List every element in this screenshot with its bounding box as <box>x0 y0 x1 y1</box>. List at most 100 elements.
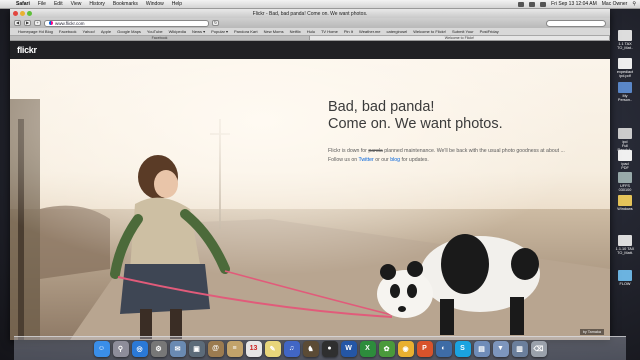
tab-facebook[interactable]: Facebook <box>10 36 309 40</box>
bookmark-item[interactable]: Google Maps <box>117 29 141 34</box>
menubar-clock[interactable]: Fri Sep 13 12:04 AM <box>551 1 597 7</box>
bookmark-item[interactable]: Popular ▾ <box>211 29 228 34</box>
bookmark-item[interactable]: Submit Your <box>452 29 474 34</box>
add-bookmark-button[interactable]: + <box>34 20 41 26</box>
panda-ear-left <box>380 264 396 280</box>
spotlight-icon[interactable]: ⚲ <box>632 1 636 7</box>
messenger-icon[interactable]: ✿ <box>378 340 395 357</box>
bookmark-item[interactable]: New Moms <box>264 29 284 34</box>
menu-file[interactable]: File <box>34 1 50 7</box>
menu-history[interactable]: History <box>85 1 109 7</box>
forward-button[interactable]: ▶ <box>24 20 31 26</box>
url-bar[interactable]: www.flickr.com <box>44 19 209 27</box>
pdf-icon <box>618 58 632 69</box>
excel-icon[interactable]: X <box>359 340 376 357</box>
favicon-icon <box>49 21 53 25</box>
launchpad-icon[interactable]: ⚲ <box>112 340 129 357</box>
contacts-icon[interactable]: @ <box>207 340 224 357</box>
message-text: or our <box>373 157 391 163</box>
menu-window[interactable]: Window <box>142 1 168 7</box>
notes-icon[interactable]: ✎ <box>264 340 281 357</box>
panda-hip <box>511 248 539 280</box>
downloads-icon[interactable]: ▼ <box>492 340 509 357</box>
bookmark-item[interactable]: catergirosel <box>387 29 408 34</box>
message-text: for updates. <box>400 157 429 163</box>
menu-bookmarks[interactable]: Bookmarks <box>109 1 142 7</box>
itunes-icon[interactable]: ♫ <box>283 340 300 357</box>
battery-icon[interactable] <box>540 1 547 7</box>
calendar-icon[interactable]: 13 <box>245 340 262 357</box>
desktop-icon-label: ipad PDF <box>621 162 629 170</box>
photos-icon[interactable]: ▣ <box>188 340 205 357</box>
desktop-icon-ipad-pdf[interactable]: ipad PDF <box>612 150 638 170</box>
window-title: Flickr - Bad, bad panda! Come on. We wan… <box>252 10 368 17</box>
desktop-icon-label: 1.1 TAX TO_Mat.. <box>617 42 633 50</box>
maintenance-message: Flickr is down for panda planned mainten… <box>328 147 565 165</box>
bookmark-item[interactable]: YouTube <box>147 29 163 34</box>
maintenance-hero-photo: Bad, bad panda! Come on. We want photos.… <box>10 59 610 340</box>
menu-app-name[interactable]: Safari <box>12 1 34 7</box>
panda-leg-back <box>510 297 524 335</box>
bookmark-item[interactable]: Hulu <box>307 29 315 34</box>
reload-button[interactable]: ↻ <box>212 20 219 26</box>
bookmark-item[interactable]: Welcome to Flickr! <box>413 29 446 34</box>
window-titlebar[interactable]: Flickr - Bad, bad panda! Come on. We wan… <box>10 9 610 18</box>
blog-link[interactable]: blog <box>390 157 400 163</box>
menu-edit[interactable]: Edit <box>50 1 67 7</box>
bookmark-item[interactable]: Apple <box>101 29 111 34</box>
wifi-icon[interactable] <box>518 1 525 7</box>
bookmark-item[interactable]: Pandora Kart <box>234 29 258 34</box>
remote-icon[interactable]: ◐ <box>435 340 452 357</box>
word-icon[interactable]: W <box>340 340 357 357</box>
desktop-icon-tax-file[interactable]: 1.1 TAX TO_Mat.. <box>612 30 638 50</box>
desktop-icon-label: UFFS 030100 <box>618 184 632 192</box>
panda-ear-right <box>407 261 423 277</box>
safari-icon[interactable]: ◎ <box>131 340 148 357</box>
documents-icon[interactable]: ▥ <box>511 340 528 357</box>
bookmark-item[interactable]: Pin It <box>344 29 353 34</box>
powerpoint-icon[interactable]: P <box>416 340 433 357</box>
bookmark-item[interactable]: Facebook <box>59 29 77 34</box>
chess-icon[interactable]: ♞ <box>302 340 319 357</box>
tab-flickr[interactable]: Welcome to Flickr! <box>309 36 610 40</box>
bookmark-item[interactable]: Yahoo! <box>83 29 95 34</box>
system-prefs-icon[interactable]: ⚙ <box>150 340 167 357</box>
back-button[interactable]: ◀ <box>14 20 21 26</box>
bookmark-item[interactable]: TV Home <box>321 29 338 34</box>
desktop-icon-tax-2[interactable]: 1.1.10 TAX TO_Matt. <box>612 235 638 255</box>
menu-view[interactable]: View <box>67 1 86 7</box>
desktop-icon-ipd[interactable]: ipd Full Resolut.. <box>612 128 638 152</box>
photo-credit[interactable]: by Tamaka <box>579 329 604 335</box>
bookmark-item[interactable]: Wikipedia <box>169 29 186 34</box>
folder-icon[interactable]: ▤ <box>473 340 490 357</box>
maintenance-headline: Bad, bad panda! Come on. We want photos. <box>328 99 503 133</box>
flow-icon <box>618 270 632 281</box>
bookmark-item[interactable]: Netflix <box>290 29 301 34</box>
outlook-icon[interactable]: ◉ <box>397 340 414 357</box>
twitter-link[interactable]: Twitter <box>358 157 373 163</box>
trash-icon[interactable]: ⌫ <box>530 340 547 357</box>
finder-icon[interactable]: ☺ <box>93 340 110 357</box>
message-text: Follow us on <box>328 157 359 163</box>
bookmark-item[interactable]: PostFriday <box>480 29 499 34</box>
document-icon <box>618 235 632 246</box>
address-icon[interactable]: ≡ <box>226 340 243 357</box>
volume-icon[interactable] <box>529 1 536 7</box>
web-page: flickr Bad, bad panda! Come on. We want … <box>10 41 610 340</box>
mail-icon[interactable]: ✉ <box>169 340 186 357</box>
search-input[interactable] <box>546 19 606 27</box>
desktop-icon-windows[interactable]: Windows <box>612 195 638 211</box>
menubar-user[interactable]: Mac Owner <box>602 1 628 7</box>
bookmark-item[interactable]: News ▾ <box>192 29 205 34</box>
menu-help[interactable]: Help <box>168 1 186 7</box>
desktop-icon-flow[interactable]: FLOW <box>612 270 638 286</box>
desktop-icon-pdf[interactable]: expediact ipd.pdf <box>612 58 638 78</box>
desktop-icon-my-person[interactable]: My Person.. <box>612 82 638 102</box>
pdf-icon <box>618 150 632 161</box>
desktop-icon-drive[interactable]: UFFS 030100 <box>612 172 638 192</box>
skype-icon[interactable]: S <box>454 340 471 357</box>
bookmark-item[interactable]: Homepage Hd Blog <box>18 29 53 34</box>
facetime-icon[interactable]: ● <box>321 340 338 357</box>
bookmark-item[interactable]: Weather.me <box>359 29 381 34</box>
flickr-logo[interactable]: flickr <box>17 45 37 55</box>
